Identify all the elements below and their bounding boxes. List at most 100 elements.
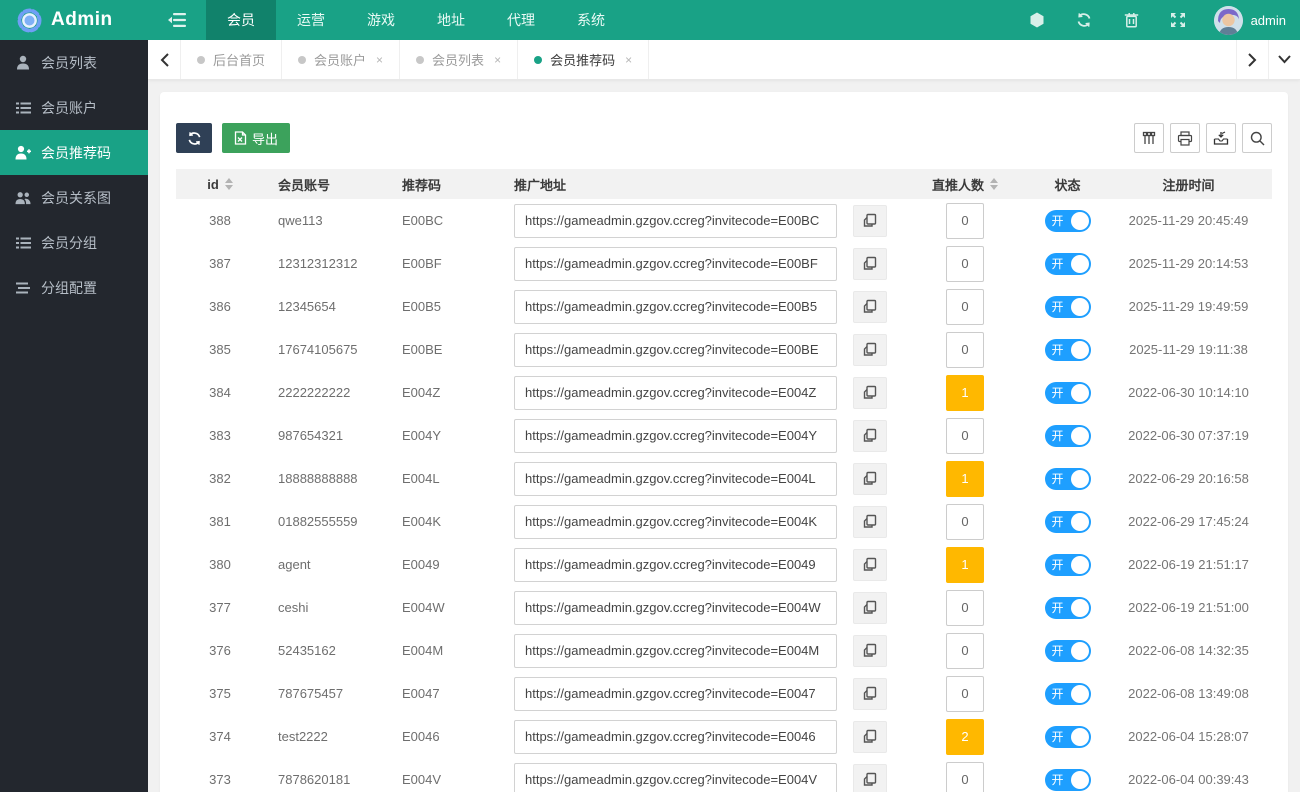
col-header-id[interactable]: id <box>176 169 264 199</box>
fullscreen-icon[interactable] <box>1155 0 1202 40</box>
status-toggle[interactable]: 开 <box>1044 682 1091 705</box>
refresh-table-button[interactable] <box>176 123 212 153</box>
status-toggle[interactable]: 开 <box>1044 553 1091 576</box>
trash-icon[interactable] <box>1108 0 1155 40</box>
promo-url-input[interactable] <box>514 375 837 410</box>
tab-item[interactable]: 会员推荐码 × <box>518 40 650 79</box>
promo-url-input[interactable] <box>514 203 837 238</box>
top-menu-item[interactable]: 代理 <box>486 0 556 40</box>
status-toggle[interactable]: 开 <box>1044 381 1091 404</box>
toolbar: 导出 <box>176 123 1272 153</box>
promo-url-input[interactable] <box>514 418 837 453</box>
cell-register-time: 2022-06-29 17:45:24 <box>1128 514 1249 529</box>
tabs-menu-icon[interactable] <box>1268 40 1300 79</box>
promo-url-input[interactable] <box>514 762 837 792</box>
user-avatar[interactable] <box>1213 5 1243 35</box>
status-toggle[interactable]: 开 <box>1044 295 1091 318</box>
copy-url-button[interactable] <box>853 548 887 581</box>
cell-account: 787675457 <box>278 686 344 701</box>
status-toggle[interactable]: 开 <box>1044 725 1091 748</box>
columns-icon[interactable] <box>1134 123 1164 153</box>
search-icon[interactable] <box>1242 123 1272 153</box>
promo-url-input[interactable] <box>514 289 837 324</box>
status-toggle[interactable]: 开 <box>1044 510 1091 533</box>
copy-url-button[interactable] <box>853 462 887 495</box>
promo-url-input[interactable] <box>514 547 837 582</box>
cell-status: 开 <box>1030 586 1105 629</box>
sidebar-item-2[interactable]: 会员账户 <box>0 85 148 130</box>
sidebar-item-1[interactable]: 会员列表 <box>0 40 148 85</box>
copy-url-button[interactable] <box>853 720 887 753</box>
status-toggle[interactable]: 开 <box>1044 639 1091 662</box>
cell-code: E00B5 <box>402 299 442 314</box>
tabs-scroll-right-icon[interactable] <box>1236 40 1268 79</box>
status-toggle[interactable]: 开 <box>1044 252 1091 275</box>
printer-icon[interactable] <box>1170 123 1200 153</box>
tab-label: 会员账户 <box>314 53 367 68</box>
col-header-referrals[interactable]: 直推人数 <box>900 169 1030 199</box>
top-menu-item[interactable]: 地址 <box>416 0 486 40</box>
tab-close-icon[interactable]: × <box>494 53 501 67</box>
sidebar-item-3[interactable]: 会员推荐码 <box>0 130 148 175</box>
status-toggle[interactable]: 开 <box>1044 596 1091 619</box>
tabs-scroll-left-icon[interactable] <box>148 40 180 79</box>
cell-code: E0046 <box>402 729 440 744</box>
copy-url-button[interactable] <box>853 505 887 538</box>
export-data-icon[interactable] <box>1206 123 1236 153</box>
status-toggle[interactable]: 开 <box>1044 209 1091 232</box>
promo-url-input[interactable] <box>514 633 837 668</box>
user-icon <box>15 55 31 70</box>
top-menu-item[interactable]: 系统 <box>556 0 626 40</box>
sort-icon[interactable] <box>224 178 233 190</box>
copy-url-button[interactable] <box>853 419 887 452</box>
promo-url-input[interactable] <box>514 332 837 367</box>
sidebar-item-4[interactable]: 会员关系图 <box>0 175 148 220</box>
referral-count-badge: 0 <box>946 589 984 626</box>
copy-url-button[interactable] <box>853 333 887 366</box>
sidebar-item-5[interactable]: 会员分组 <box>0 220 148 265</box>
cell-register-time: 2025-11-29 20:14:53 <box>1128 256 1249 271</box>
copy-url-button[interactable] <box>853 677 887 710</box>
cell-code: E0049 <box>402 557 440 572</box>
promo-url-input[interactable] <box>514 676 837 711</box>
sidebar-collapse-icon[interactable] <box>148 0 206 40</box>
sort-icon[interactable] <box>990 178 998 190</box>
cell-referrals: 0 <box>900 672 1030 715</box>
sidebar-item-6[interactable]: 分组配置 <box>0 265 148 310</box>
cell-status: 开 <box>1030 285 1105 328</box>
top-menu-item[interactable]: 会员 <box>206 0 276 40</box>
copy-url-button[interactable] <box>853 634 887 667</box>
export-button[interactable]: 导出 <box>222 123 291 153</box>
username-label[interactable]: admin <box>1251 13 1290 28</box>
top-menu-item[interactable]: 游戏 <box>346 0 416 40</box>
status-toggle[interactable]: 开 <box>1044 424 1091 447</box>
promo-url-input[interactable] <box>514 246 837 281</box>
status-toggle[interactable]: 开 <box>1044 467 1091 490</box>
cell-url <box>500 371 840 414</box>
promo-url-input[interactable] <box>514 504 837 539</box>
col-header-code: 推荐码 <box>388 169 500 199</box>
hexagon-icon[interactable] <box>1014 0 1061 40</box>
copy-url-button[interactable] <box>853 763 887 792</box>
cell-register-time: 2022-06-08 13:49:08 <box>1128 686 1249 701</box>
cell-code: E004Y <box>402 428 442 443</box>
tab-item[interactable]: 后台首页 <box>180 40 283 79</box>
tab-item[interactable]: 会员账户 × <box>282 40 401 79</box>
copy-url-button[interactable] <box>853 290 887 323</box>
table-row: 383 987654321 E004Y 0 开 2022-06-30 07:37… <box>176 414 1272 457</box>
copy-url-button[interactable] <box>853 204 887 237</box>
promo-url-input[interactable] <box>514 590 837 625</box>
top-menu-item[interactable]: 运营 <box>276 0 346 40</box>
promo-url-input[interactable] <box>514 461 837 496</box>
status-toggle[interactable]: 开 <box>1044 338 1091 361</box>
status-toggle[interactable]: 开 <box>1044 768 1091 791</box>
tab-close-icon[interactable]: × <box>625 53 632 67</box>
tab-item[interactable]: 会员列表 × <box>400 40 519 79</box>
tab-close-icon[interactable]: × <box>376 53 383 67</box>
promo-url-input[interactable] <box>514 719 837 754</box>
copy-url-button[interactable] <box>853 247 887 280</box>
refresh-icon[interactable] <box>1061 0 1108 40</box>
table-tools <box>1134 123 1272 153</box>
copy-url-button[interactable] <box>853 376 887 409</box>
copy-url-button[interactable] <box>853 591 887 624</box>
